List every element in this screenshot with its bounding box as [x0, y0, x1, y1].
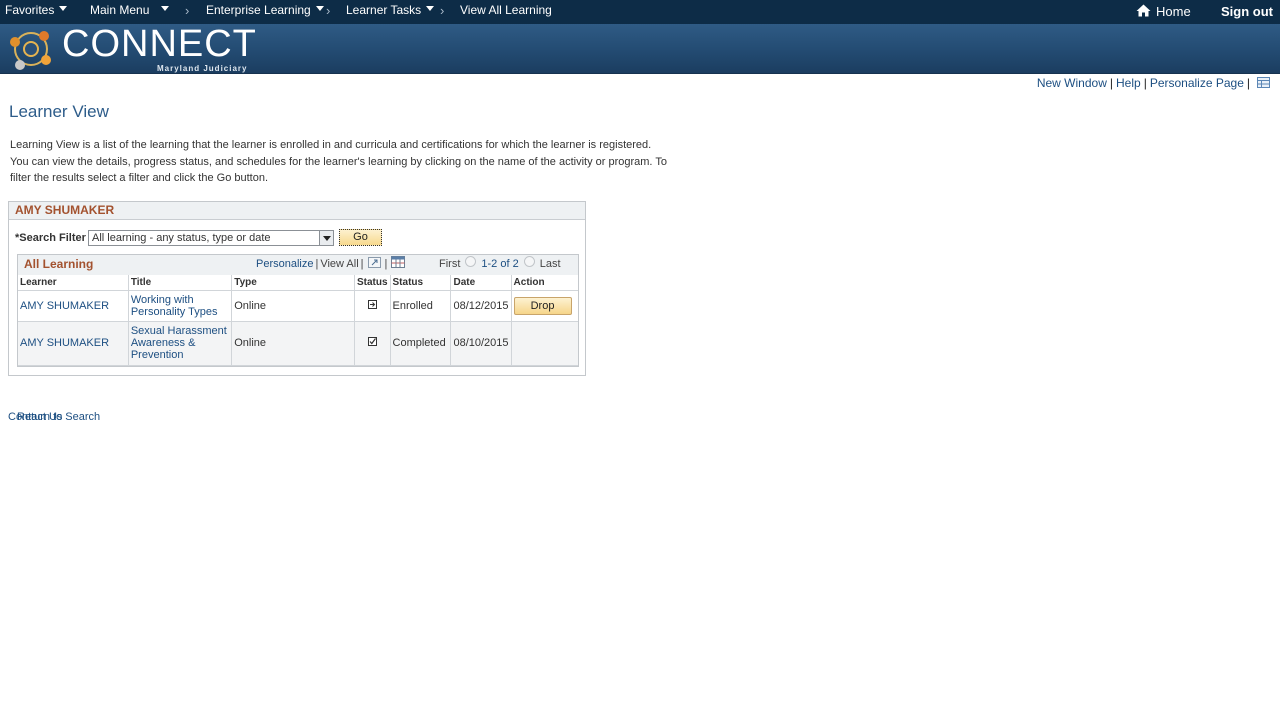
header-banner: CONNECT Maryland Judiciary: [0, 23, 1280, 74]
sign-out-link[interactable]: Sign out: [1221, 0, 1273, 24]
first-page-link[interactable]: First: [439, 258, 460, 270]
column-header-action[interactable]: Action: [511, 275, 578, 291]
connect-logo-icon: [10, 31, 51, 70]
table-row: AMY SHUMAKER Working with Personality Ty…: [18, 290, 578, 322]
personalize-page-link[interactable]: Personalize Page: [1150, 76, 1244, 90]
breadcrumb-enterprise-learning[interactable]: Enterprise Learning: [206, 0, 324, 24]
completed-check-icon: [367, 337, 377, 346]
link-separator: |: [1246, 76, 1250, 90]
enrolled-icon: [367, 299, 377, 309]
learning-table: Learner Title Type Status Status Date Ac…: [18, 275, 578, 366]
page-links: New Window | Help | Personalize Page |: [1037, 76, 1270, 90]
page-title: Learner View: [9, 102, 109, 121]
go-button[interactable]: Go: [339, 229, 382, 246]
main-menu-label: Main Menu: [90, 3, 150, 17]
drop-button[interactable]: Drop: [513, 296, 572, 315]
column-header-type[interactable]: Type: [231, 275, 355, 291]
last-page-link[interactable]: Last: [540, 258, 561, 270]
action-cell: Drop: [511, 290, 578, 322]
grid-header: All Learning Personalize | View All | | Firs…: [18, 255, 578, 275]
favorites-label: Favorites: [5, 3, 55, 17]
chevron-down-icon: [315, 6, 324, 12]
next-arrow-icon[interactable]: [523, 255, 535, 267]
grid-pagination: First 1-2 of 2 Last: [439, 255, 561, 270]
home-link[interactable]: Home: [1136, 0, 1191, 24]
grid-title: All Learning: [24, 257, 94, 271]
search-filter-value: All learning - any status, type or date: [92, 232, 271, 244]
learner-panel: AMY SHUMAKER *Search Filter All learning…: [8, 201, 586, 376]
table-row: AMY SHUMAKER Sexual Harassment Awareness…: [18, 321, 578, 366]
learner-link[interactable]: AMY SHUMAKER: [18, 290, 129, 322]
personalize-grid-link[interactable]: Personalize: [256, 258, 313, 270]
breadcrumb-separator: ›: [326, 3, 331, 18]
chevron-down-icon: [59, 6, 68, 12]
chevron-down-icon: [426, 6, 435, 12]
breadcrumb-separator: ›: [185, 3, 190, 18]
link-separator: |: [1109, 76, 1113, 90]
grid-separator: |: [360, 258, 364, 270]
learner-link[interactable]: AMY SHUMAKER: [18, 321, 129, 366]
grid-separator: |: [315, 258, 319, 270]
grid-separator: |: [384, 258, 388, 270]
all-learning-grid: All Learning Personalize | View All | | Firs…: [17, 254, 579, 367]
link-separator: |: [1143, 76, 1147, 90]
status-text: Completed: [390, 321, 452, 366]
main-menu[interactable]: Main Menu: [90, 0, 170, 24]
breadcrumb-label: Enterprise Learning: [206, 3, 311, 17]
column-header-title[interactable]: Title: [128, 275, 233, 291]
learning-title-link[interactable]: Working with Personality Types: [128, 290, 233, 322]
learner-name-header: AMY SHUMAKER: [9, 202, 585, 220]
view-all-link[interactable]: View All: [320, 258, 358, 270]
home-icon: [1136, 4, 1151, 17]
search-filter-label-text: Search Filter: [19, 232, 86, 244]
zoom-grid-icon[interactable]: [367, 256, 381, 268]
learning-type: Online: [231, 321, 355, 366]
column-header-status[interactable]: Status: [390, 275, 452, 291]
connect-logo-text: CONNECT: [62, 23, 257, 65]
dropdown-arrow-icon[interactable]: [319, 231, 333, 245]
breadcrumb-view-all-learning[interactable]: View All Learning: [460, 0, 552, 24]
search-filter-label: *Search Filter: [15, 232, 86, 244]
connect-logo-subtitle: Maryland Judiciary: [157, 64, 248, 73]
chevron-down-icon: [161, 6, 170, 12]
learning-type: Online: [231, 290, 355, 322]
favorites-menu[interactable]: Favorites: [5, 0, 68, 24]
page-layout-icon[interactable]: [1257, 77, 1270, 89]
status-icon-cell: [354, 290, 391, 322]
page-instructions: Learning View is a list of the learning …: [10, 139, 667, 184]
download-spreadsheet-icon[interactable]: [391, 256, 406, 269]
column-header-status-icon[interactable]: Status: [354, 275, 391, 291]
top-nav-bar: Favorites Main Menu › Enterprise Learnin…: [0, 0, 1280, 24]
action-cell: [511, 321, 578, 366]
learning-title-link[interactable]: Sexual Harassment Awareness & Prevention: [128, 321, 233, 366]
return-to-search-link[interactable]: Return to Search: [17, 411, 100, 423]
breadcrumb-learner-tasks[interactable]: Learner Tasks: [346, 0, 435, 24]
breadcrumb-label: Learner Tasks: [346, 3, 422, 17]
column-header-learner[interactable]: Learner: [18, 275, 129, 291]
learning-date: 08/10/2015: [450, 321, 512, 366]
search-filter-select[interactable]: All learning - any status, type or date: [88, 230, 334, 246]
new-window-link[interactable]: New Window: [1037, 76, 1107, 90]
home-label: Home: [1156, 4, 1191, 19]
help-link[interactable]: Help: [1116, 76, 1141, 90]
status-text: Enrolled: [390, 290, 452, 322]
breadcrumb-separator: ›: [440, 3, 445, 18]
row-count: 1-2 of 2: [481, 258, 519, 270]
grid-toolbar: Personalize | View All | |: [256, 256, 407, 270]
breadcrumb-label: View All Learning: [460, 3, 552, 17]
column-header-date[interactable]: Date: [450, 275, 512, 291]
status-icon-cell: [354, 321, 391, 366]
learning-date: 08/12/2015: [450, 290, 512, 322]
table-header-row: Learner Title Type Status Status Date Ac…: [18, 275, 578, 291]
previous-arrow-icon[interactable]: [465, 255, 477, 267]
